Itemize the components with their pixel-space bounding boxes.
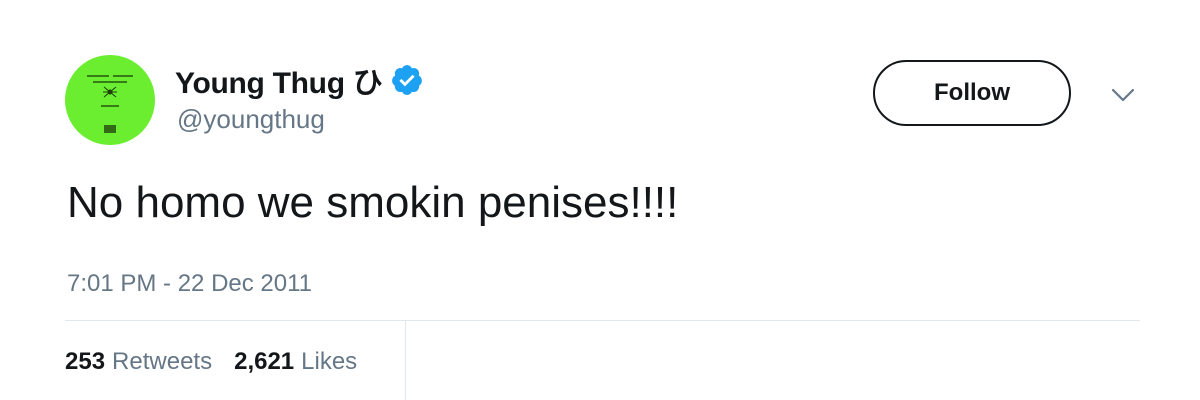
avatar-text-line <box>101 105 119 107</box>
avatar[interactable] <box>65 55 155 145</box>
likes-label: Likes <box>301 348 358 375</box>
avatar-text-line <box>113 75 133 77</box>
verified-badge-icon <box>392 65 423 95</box>
avatar-advisory-mark <box>104 125 116 133</box>
user-handle[interactable]: @youngthug <box>177 104 325 135</box>
divider <box>65 320 1140 321</box>
likes-count: 2,621 <box>234 348 295 375</box>
follow-button[interactable]: Follow <box>873 60 1071 126</box>
retweets-label: Retweets <box>112 348 213 375</box>
retweets-stat[interactable]: 253 Retweets <box>65 348 212 376</box>
avatar-text-line <box>93 81 127 83</box>
tweet-text: No homo we smokin penises!!!! <box>67 178 679 227</box>
chevron-down-icon[interactable] <box>1110 86 1136 104</box>
divider-vertical <box>405 320 406 400</box>
spider-icon <box>103 86 117 98</box>
tweet-timestamp[interactable]: 7:01 PM - 22 Dec 2011 <box>67 270 312 298</box>
likes-stat[interactable]: 2,621 Likes <box>234 348 357 376</box>
avatar-text-line <box>87 75 109 77</box>
display-name-row: Young Thug ひ <box>175 60 424 100</box>
display-name[interactable]: Young Thug ひ <box>175 58 383 102</box>
tweet-card: Young Thug ひ @youngthug Follow No homo w… <box>0 0 1200 400</box>
tweet-stats: 253 Retweets 2,621 Likes <box>65 348 357 376</box>
retweets-count: 253 <box>65 348 106 375</box>
